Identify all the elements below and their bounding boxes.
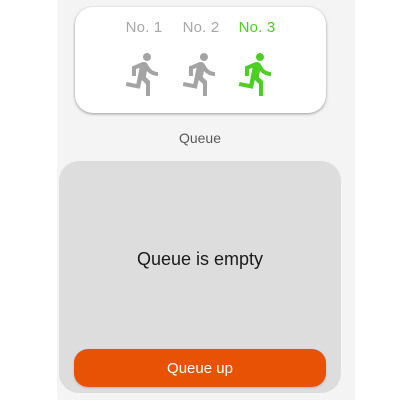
runner-selector-card: No. 1 No. 2 No. 3 [75, 7, 326, 113]
runner-slot-1[interactable]: No. 1 [114, 7, 174, 113]
queue-up-button[interactable]: Queue up [74, 349, 326, 387]
runner-icon [125, 52, 158, 96]
queue-title: Queue [178, 130, 222, 146]
runner-slot-2[interactable]: No. 2 [171, 7, 231, 113]
runner-icon [238, 52, 271, 96]
runner-slot-label: No. 1 [125, 19, 163, 36]
queue-empty-message: Queue is empty [136, 249, 264, 269]
runner-slot-label: No. 3 [238, 19, 276, 36]
runner-icon [182, 52, 215, 96]
runner-slot-3[interactable]: No. 3 [227, 7, 287, 113]
runner-slot-label: No. 2 [182, 19, 220, 36]
